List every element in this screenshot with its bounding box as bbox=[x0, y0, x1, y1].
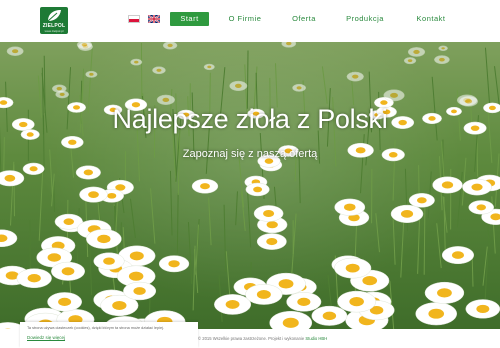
chamomile-field-image bbox=[0, 42, 500, 329]
cookie-notice-text: Ta strona używa ciasteczek (cookies), dz… bbox=[27, 326, 164, 330]
nav-start[interactable]: Start bbox=[170, 12, 209, 26]
cookie-more-link[interactable]: Dowiedz się więcej bbox=[27, 335, 65, 340]
flag-uk-icon[interactable] bbox=[148, 15, 160, 23]
hero-banner: Najlepsze zioła z Polski Zapoznaj się z … bbox=[0, 42, 500, 329]
flag-poland-icon[interactable] bbox=[128, 15, 140, 23]
footer-copyright: © 2015 Wszelkie prawa zastrzeżone. Proje… bbox=[198, 336, 327, 341]
cookie-notice: Ta strona używa ciasteczek (cookies), dz… bbox=[20, 322, 198, 348]
footer-studio-link[interactable]: Studio HBH bbox=[305, 336, 327, 341]
nav-kontakt[interactable]: Kontakt bbox=[414, 12, 448, 26]
nav-o-firmie[interactable]: O Firmie bbox=[227, 12, 263, 26]
company-logo[interactable]: ZIELPOL www.zielpol.pl bbox=[40, 7, 68, 34]
hero-title: Najlepsze zioła z Polski bbox=[112, 104, 388, 134]
leaf-icon bbox=[47, 10, 61, 22]
nav-oferta[interactable]: Oferta bbox=[289, 12, 319, 26]
site-header: ZIELPOL www.zielpol.pl Start O Firmie Of… bbox=[0, 0, 500, 42]
logo-subtext: www.zielpol.pl bbox=[44, 29, 64, 33]
nav-produkcja[interactable]: Produkcja bbox=[345, 12, 385, 26]
hero-subtitle[interactable]: Zapoznaj się z naszą ofertą bbox=[0, 148, 500, 160]
footer-copyright-text: © 2015 Wszelkie prawa zastrzeżone. Proje… bbox=[198, 336, 306, 341]
